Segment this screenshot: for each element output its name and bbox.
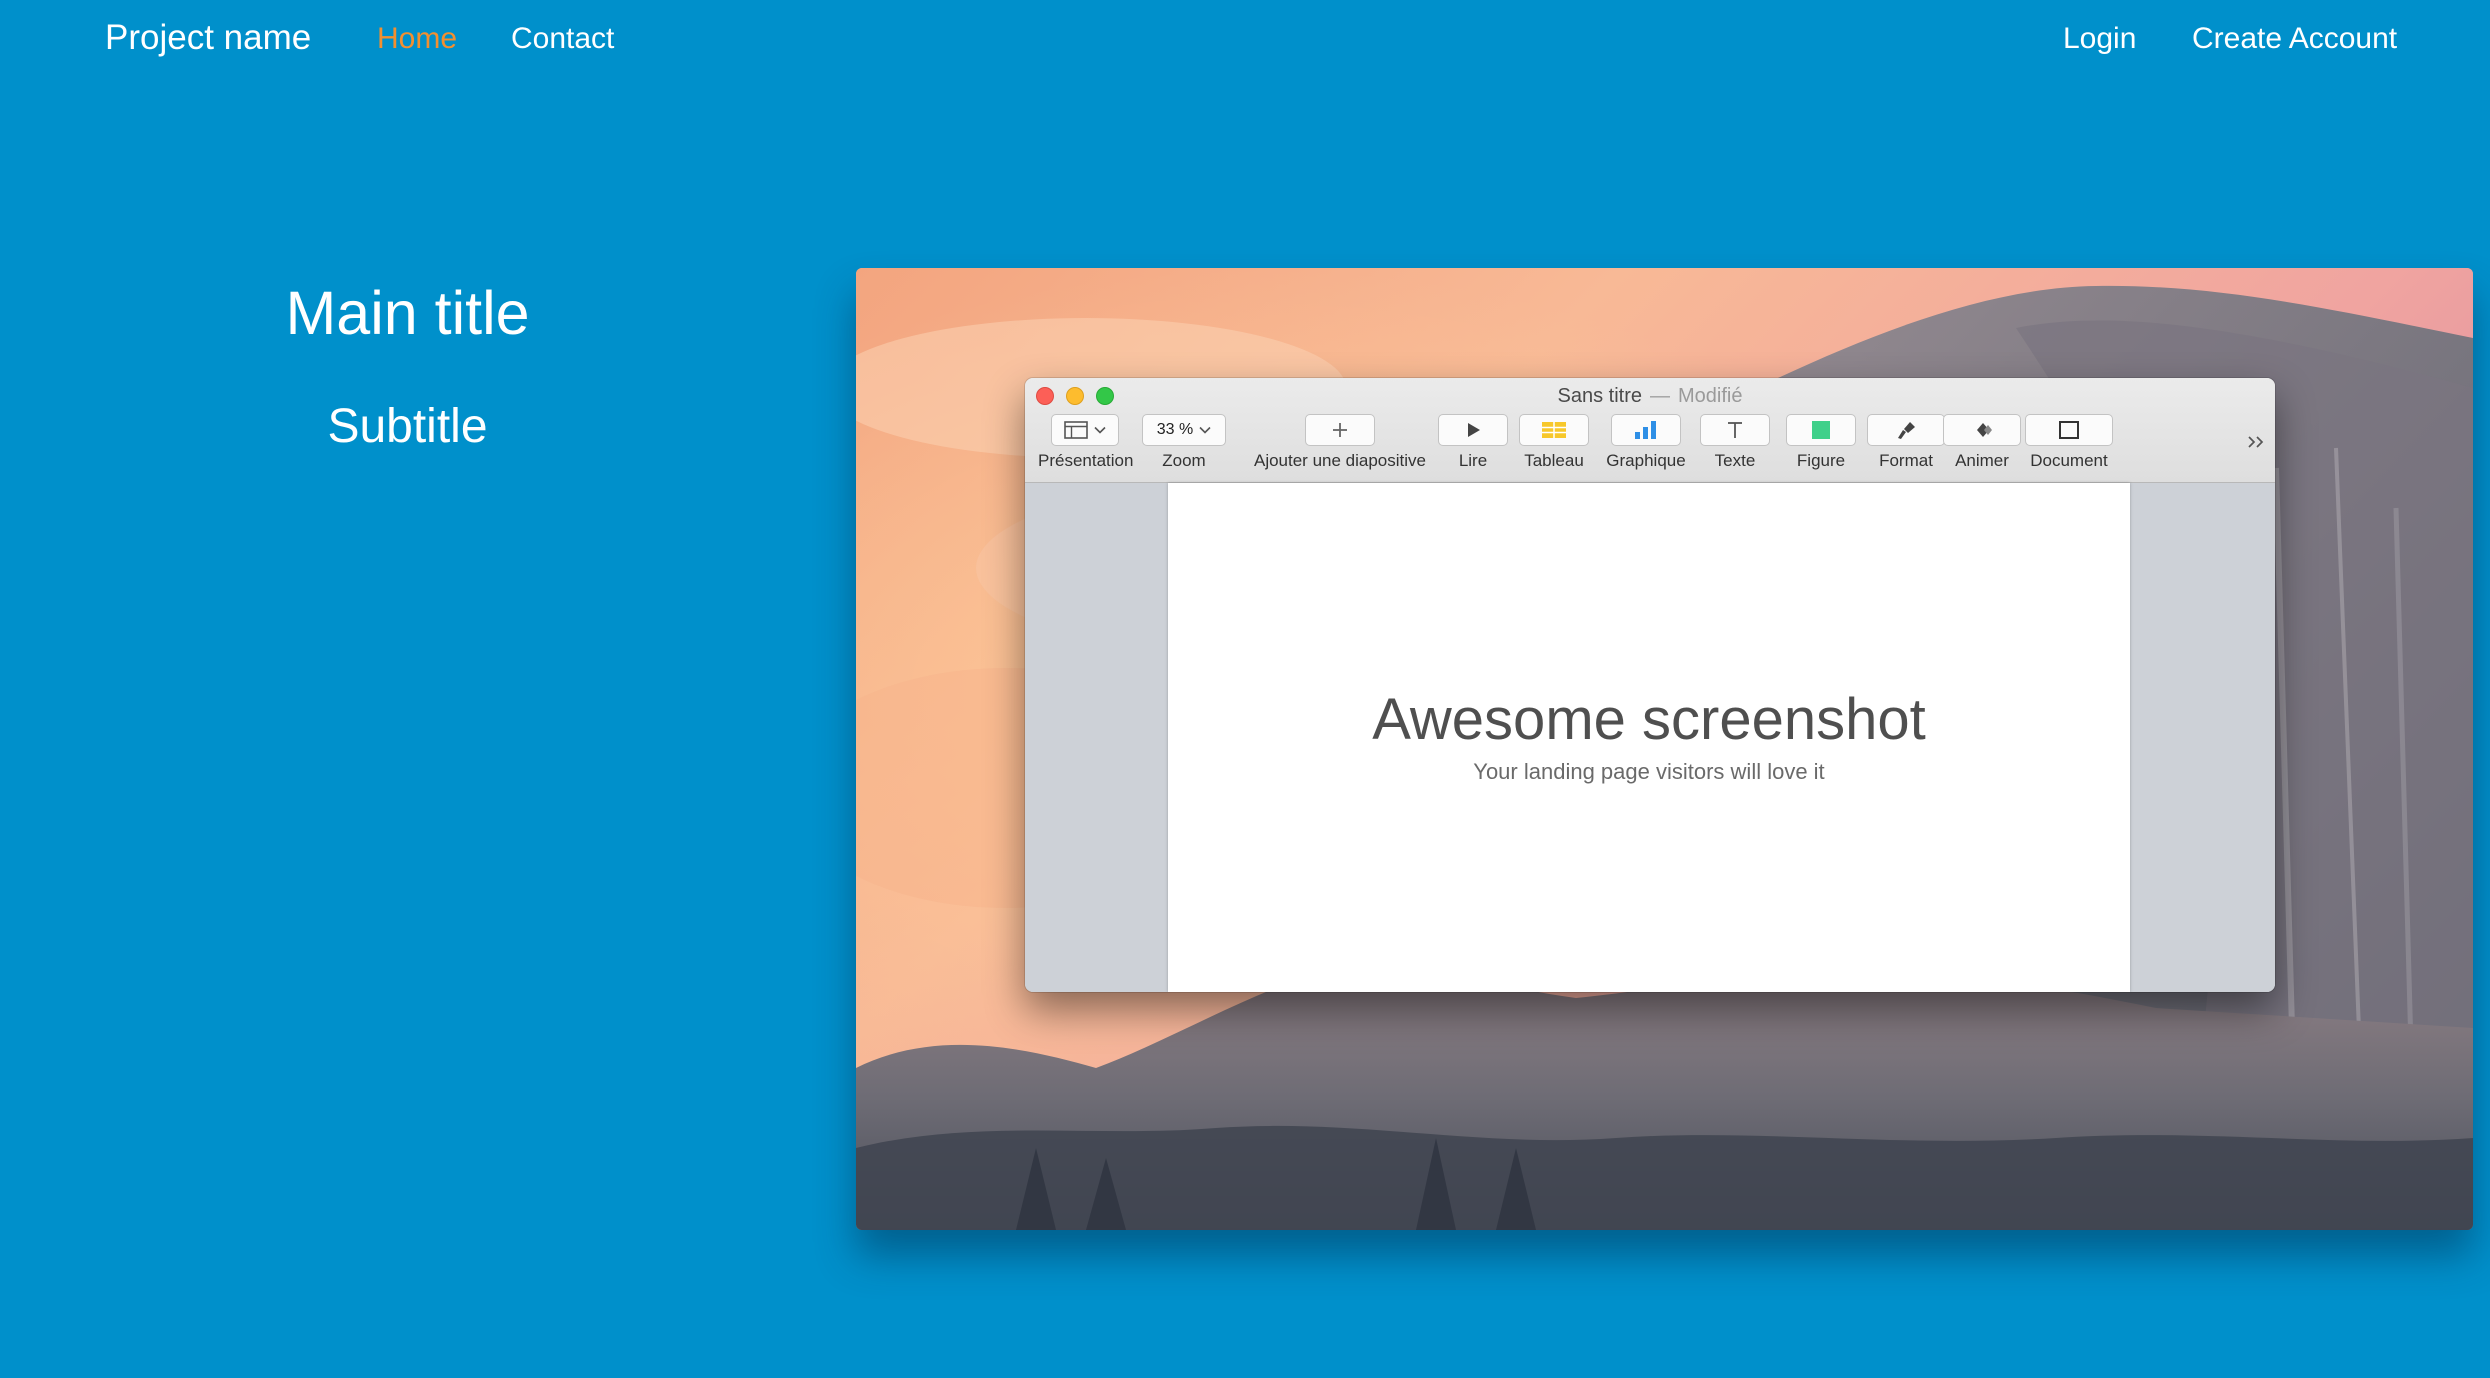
chevron-down-icon (1199, 426, 1211, 434)
chart-icon (1635, 421, 1656, 439)
toolbar-document[interactable]: Document (2025, 414, 2113, 471)
hero-text: Main title Subtitle (0, 270, 815, 456)
chart-button[interactable] (1611, 414, 1681, 446)
view-layout-icon (1064, 421, 1088, 439)
keynote-window: Sans titre — Modifié Présentation 33 % Z… (1025, 378, 2275, 992)
hero-title: Main title (285, 279, 530, 347)
title-separator: — (1650, 385, 1670, 407)
format-label: Format (1879, 451, 1933, 470)
toolbar-text[interactable]: Texte (1700, 414, 1770, 471)
toolbar-table[interactable]: Tableau (1519, 414, 1589, 471)
text-label: Texte (1714, 451, 1756, 470)
slide[interactable]: Awesome screenshot Your landing page vis… (1168, 483, 2130, 992)
add-slide-label: Ajouter une diapositive (1253, 451, 1426, 470)
text-button[interactable] (1700, 414, 1770, 446)
document-label: Document (2030, 451, 2108, 470)
window-title: Sans titre — Modifié (1025, 384, 2275, 408)
top-navbar: Project name Home Contact Login Create A… (0, 0, 2490, 76)
document-status: Modifié (1678, 385, 1743, 407)
presentation-button[interactable] (1051, 414, 1119, 446)
toolbar-zoom[interactable]: 33 % Zoom (1141, 414, 1227, 471)
toolbar-presentation[interactable]: Présentation (1038, 414, 1134, 471)
window-titlebar: Sans titre — Modifié Présentation 33 % Z… (1025, 378, 2275, 483)
play-icon (1468, 423, 1480, 437)
document-button[interactable] (2025, 414, 2113, 446)
toolbar-add-slide[interactable]: Ajouter une diapositive (1245, 414, 1435, 471)
animate-button[interactable] (1943, 414, 2021, 446)
nav-link-home[interactable]: Home (377, 19, 457, 59)
toolbar-chart[interactable]: Graphique (1603, 414, 1689, 471)
animate-diamond-icon (1977, 423, 1992, 437)
app-screenshot: Sans titre — Modifié Présentation 33 % Z… (856, 268, 2473, 1230)
add-slide-button[interactable] (1305, 414, 1375, 446)
text-icon (1728, 422, 1742, 438)
zoom-label: Zoom (1162, 451, 1206, 470)
shape-button[interactable] (1786, 414, 1856, 446)
create-account-link[interactable]: Create Account (2192, 19, 2397, 59)
chevron-down-icon (1094, 426, 1106, 434)
shape-label: Figure (1796, 451, 1846, 470)
toolbar-shape[interactable]: Figure (1781, 414, 1861, 471)
table-button[interactable] (1519, 414, 1589, 446)
table-label: Tableau (1524, 451, 1584, 470)
login-link[interactable]: Login (2063, 19, 2136, 59)
toolbar-format[interactable]: Format (1864, 414, 1948, 471)
hero-subtitle: Subtitle (327, 400, 488, 453)
plus-icon (1333, 423, 1347, 437)
presentation-label: Présentation (1038, 451, 1134, 470)
table-icon (1542, 422, 1566, 438)
nav-link-contact[interactable]: Contact (511, 19, 614, 59)
toolbar-animate[interactable]: Animer (1943, 414, 2021, 471)
format-button[interactable] (1867, 414, 1945, 446)
slide-title: Awesome screenshot (1372, 687, 1926, 752)
zoom-value: 33 % (1156, 421, 1194, 438)
animate-label: Animer (1955, 451, 2009, 470)
slide-canvas-area: Awesome screenshot Your landing page vis… (1025, 483, 2275, 992)
toolbar-play[interactable]: Lire (1438, 414, 1508, 471)
chart-label: Graphique (1606, 451, 1686, 470)
slide-subtitle: Your landing page visitors will love it (1473, 759, 1825, 784)
document-name: Sans titre (1557, 385, 1642, 407)
play-button[interactable] (1438, 414, 1508, 446)
paintbrush-icon (1898, 422, 1915, 439)
brand-link[interactable]: Project name (105, 16, 311, 60)
shape-icon (1812, 421, 1830, 439)
play-label: Lire (1458, 451, 1488, 470)
document-icon (2059, 421, 2079, 439)
zoom-select[interactable]: 33 % (1142, 414, 1226, 446)
chevron-double-right-icon[interactable] (2247, 434, 2267, 450)
